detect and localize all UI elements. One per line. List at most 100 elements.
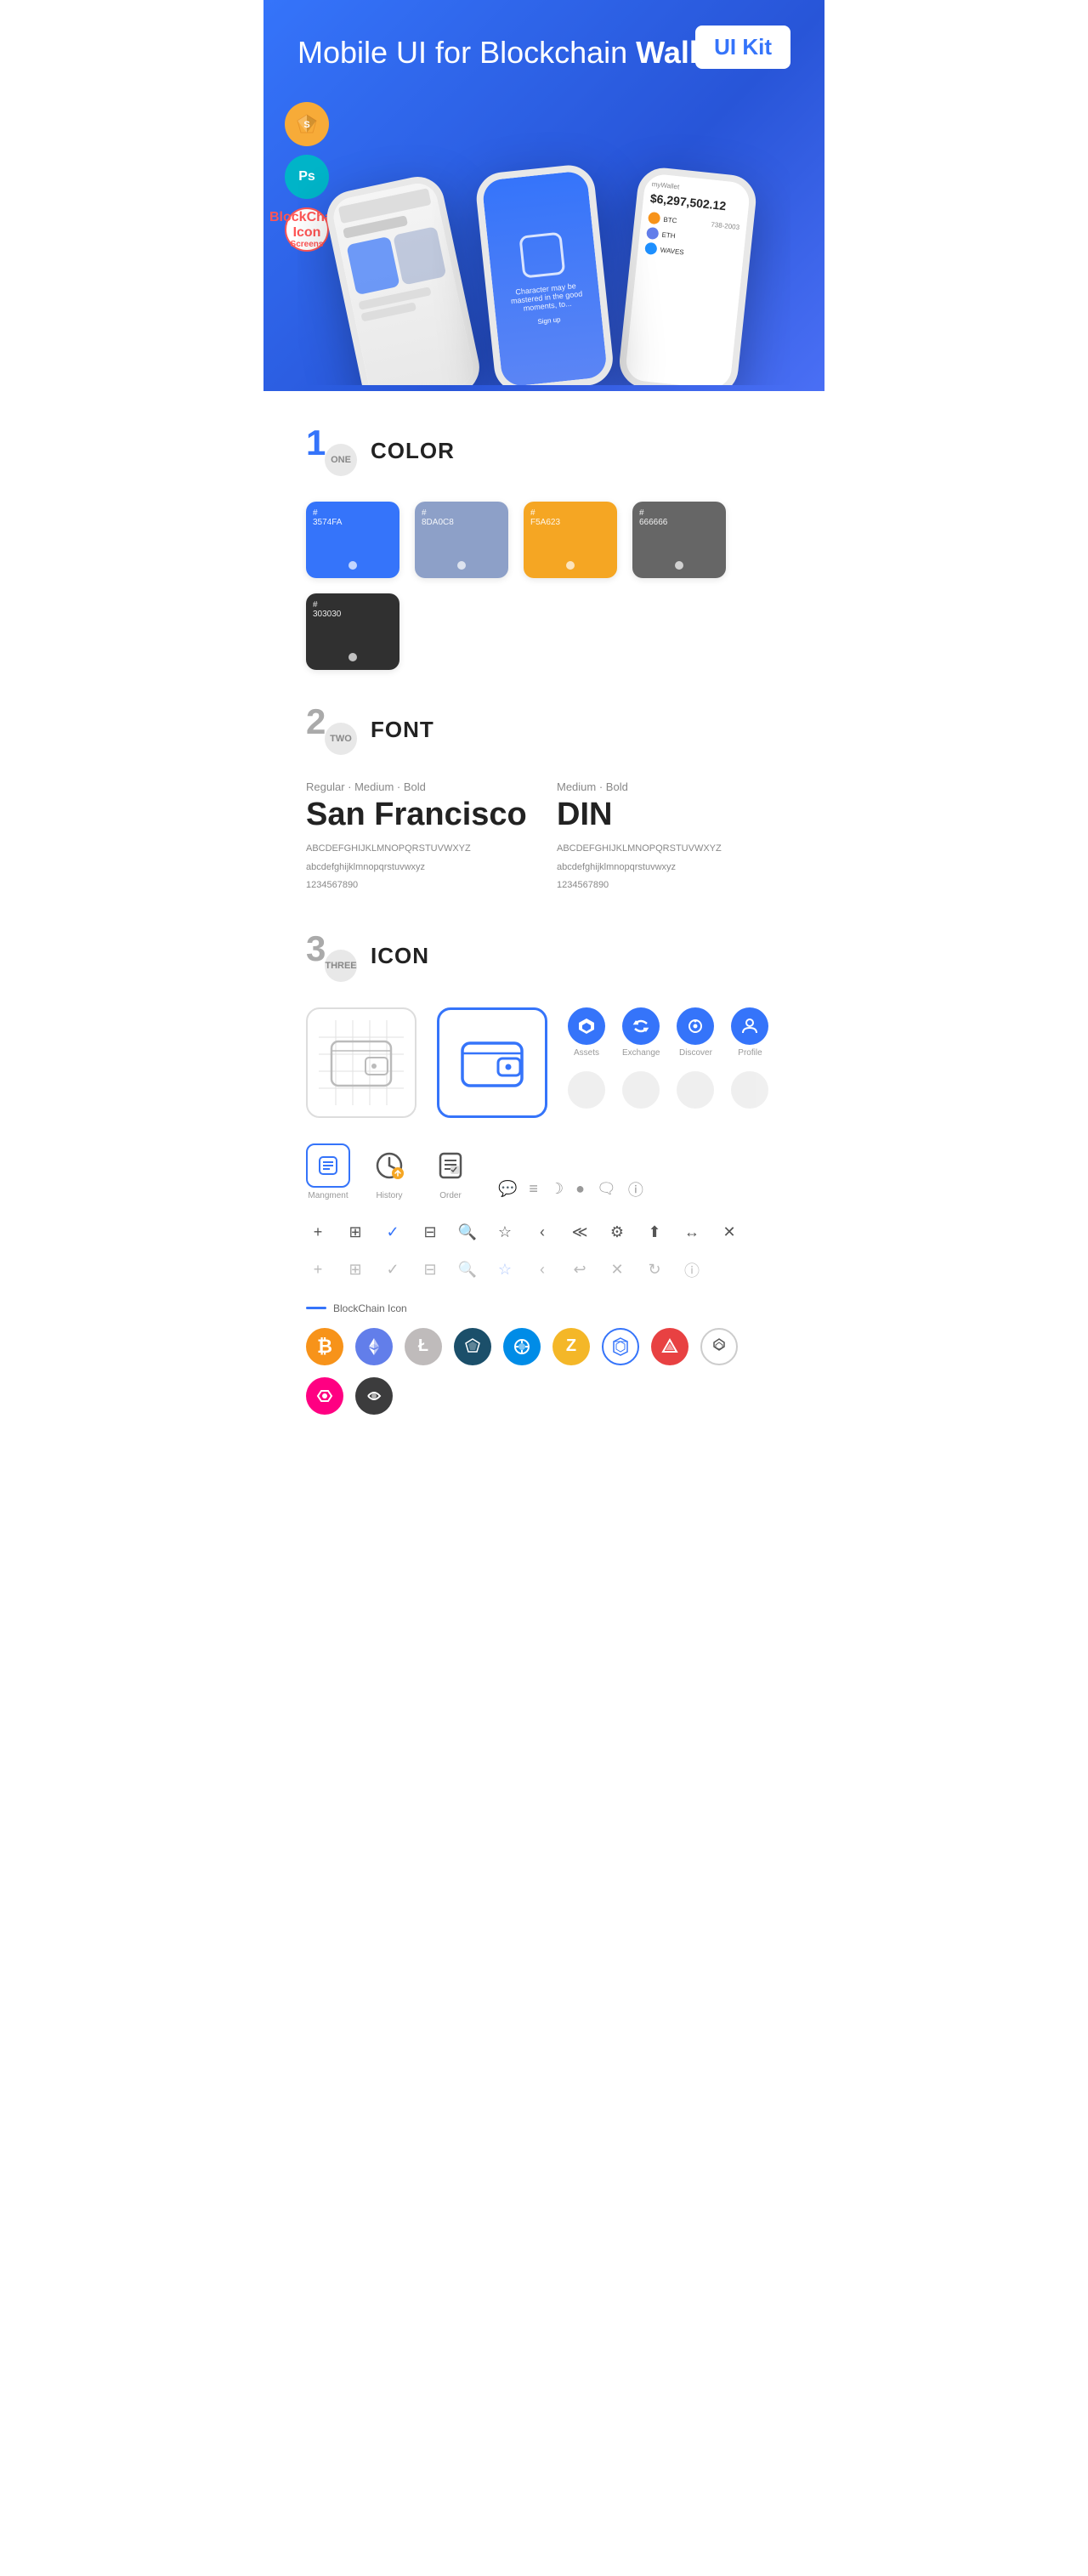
star-icon[interactable]: ☆ (493, 1221, 517, 1245)
assets-icon[interactable] (568, 1007, 605, 1045)
check-icon[interactable]: ✓ (381, 1221, 405, 1245)
font-label: FONT (371, 717, 434, 743)
tool-icons-row: + ⊞ ✓ ⊟ 🔍 ☆ ‹ ≪ ⚙ ⬆ ↔ ✕ (306, 1221, 782, 1245)
three-circle: THREE (325, 950, 357, 982)
swatch-1: #3574FA (306, 502, 400, 578)
order-icon[interactable] (428, 1143, 473, 1188)
blockchain-line (306, 1307, 326, 1309)
upload-icon[interactable]: ⬆ (643, 1221, 666, 1245)
info-icon-2: ⓘ (680, 1258, 704, 1282)
share-icon-2: ↩ (568, 1258, 592, 1282)
blockchain-label: BlockChain Icon (306, 1302, 782, 1314)
back-icon[interactable]: ‹ (530, 1221, 554, 1245)
check-icon-2: ✓ (381, 1258, 405, 1282)
action-icons-row: Mangment History (306, 1143, 782, 1200)
polygon-icon[interactable] (306, 1377, 343, 1415)
plus-icon[interactable]: + (306, 1221, 330, 1245)
eth2-icon[interactable] (355, 1377, 393, 1415)
qr-icon-2: ⊟ (418, 1258, 442, 1282)
list-icon-2: ⊞ (343, 1258, 367, 1282)
color-label: COLOR (371, 438, 455, 464)
swatch-2: #8DA0C8 (415, 502, 508, 578)
one-circle: ONE (325, 444, 357, 476)
swap-icon[interactable]: ↔ (680, 1221, 704, 1245)
litecoin-icon[interactable]: Ł (405, 1328, 442, 1365)
icon-management: Mangment (306, 1143, 350, 1200)
font-sf: Regular · Medium · Bold San Francisco AB… (306, 780, 531, 897)
nav-icons-row-1: Assets Exchange (568, 1007, 768, 1058)
plus-icon-2: + (306, 1258, 330, 1282)
icon-section: 3 THREE ICON (264, 931, 824, 1449)
misc-icons-row: 💬 ≡ ☽ ● 🗨 ⓘ (498, 1178, 643, 1200)
avalanche-icon[interactable] (651, 1328, 688, 1365)
font-section: 2 TWO FONT Regular · Medium · Bold San F… (264, 704, 824, 931)
layers-icon[interactable]: ≡ (529, 1180, 538, 1198)
swatch-3: #F5A623 (524, 502, 617, 578)
nav-icons-row-2 (568, 1071, 768, 1109)
tool-icons-row-faded: + ⊞ ✓ ⊟ 🔍 ☆ ‹ ↩ ✕ ↻ ⓘ (306, 1258, 782, 1282)
phone-3: myWallet $6,297,502.12 BTC 738-2003 ETH (616, 166, 758, 386)
dash-icon[interactable] (503, 1328, 541, 1365)
icon-discover: Discover (677, 1007, 714, 1058)
exchange-icon-inactive (622, 1071, 660, 1109)
section-number-2: 2 TWO (306, 704, 357, 755)
ethereum-icon[interactable] (355, 1328, 393, 1365)
swatch-4: #666666 (632, 502, 726, 578)
color-section: 1 ONE COLOR #3574FA #8DA0C8 #F5A623 (264, 391, 824, 704)
section-number-3: 3 THREE (306, 931, 357, 982)
assets-icon-inactive (568, 1071, 605, 1109)
history-icon[interactable] (367, 1143, 411, 1188)
color-swatches: #3574FA #8DA0C8 #F5A623 #666666 #303 (306, 502, 782, 670)
icon-order: Order (428, 1143, 473, 1200)
circle-icon[interactable]: ● (575, 1180, 585, 1198)
settings-icon[interactable]: ⚙ (605, 1221, 629, 1245)
icon-blue-wallet (437, 1007, 547, 1118)
close-icon-2: ✕ (605, 1258, 629, 1282)
tezos-icon[interactable] (700, 1328, 738, 1365)
back-icon-2: ‹ (530, 1258, 554, 1282)
header-section: Mobile UI for Blockchain Wallet UI Kit S… (264, 0, 824, 391)
worldcoin-icon[interactable] (602, 1328, 639, 1365)
two-circle: TWO (325, 723, 357, 755)
icon-assets: Assets (568, 1007, 605, 1058)
info-icon[interactable]: ⓘ (628, 1178, 643, 1200)
section-header-icon: 3 THREE ICON (306, 931, 782, 982)
profile-icon-inactive (731, 1071, 768, 1109)
discover-icon[interactable] (677, 1007, 714, 1045)
bitcoin-icon[interactable]: ₿ (306, 1328, 343, 1365)
list-icon[interactable]: ⊞ (343, 1221, 367, 1245)
exchange-icon[interactable] (622, 1007, 660, 1045)
moon-icon[interactable]: ☽ (550, 1180, 564, 1198)
section-number-1: 1 ONE (306, 425, 357, 476)
icon-sketch-wallet (306, 1007, 416, 1118)
zcash-icon[interactable]: Z (552, 1328, 590, 1365)
chat-icon[interactable]: 💬 (498, 1180, 517, 1198)
swatch-5: #303030 (306, 593, 400, 670)
refresh-icon-2: ↻ (643, 1258, 666, 1282)
icon-label: ICON (371, 943, 429, 969)
phone-1 (322, 172, 485, 385)
phone-2: Character may be mastered in the good mo… (474, 163, 616, 386)
icon-profile: Profile (731, 1007, 768, 1058)
profile-icon[interactable] (731, 1007, 768, 1045)
font-grid: Regular · Medium · Bold San Francisco AB… (306, 780, 782, 897)
ui-kit-badge: UI Kit (695, 26, 790, 69)
font-din: Medium · Bold DIN ABCDEFGHIJKLMNOPQRSTUV… (557, 780, 782, 897)
close-icon[interactable]: ✕ (717, 1221, 741, 1245)
bubble-icon[interactable]: 🗨 (597, 1180, 616, 1198)
search-icon-2: 🔍 (456, 1258, 479, 1282)
discover-icon-inactive (677, 1071, 714, 1109)
title-regular: Mobile UI for Blockchain (298, 35, 636, 70)
icon-main-row: Assets Exchange (306, 1007, 782, 1118)
icon-exchange: Exchange (622, 1007, 660, 1058)
management-icon[interactable] (306, 1143, 350, 1188)
share-icon[interactable]: ≪ (568, 1221, 592, 1245)
section-header-color: 1 ONE COLOR (306, 425, 782, 476)
crypto-icons-row: ₿ Ł (306, 1328, 782, 1415)
search-icon[interactable]: 🔍 (456, 1221, 479, 1245)
star-icon-2: ☆ (493, 1258, 517, 1282)
blackcoin-icon[interactable] (454, 1328, 491, 1365)
qr-icon[interactable]: ⊟ (418, 1221, 442, 1245)
phones-wrapper: Character may be mastered in the good mo… (298, 88, 790, 385)
section-header-font: 2 TWO FONT (306, 704, 782, 755)
